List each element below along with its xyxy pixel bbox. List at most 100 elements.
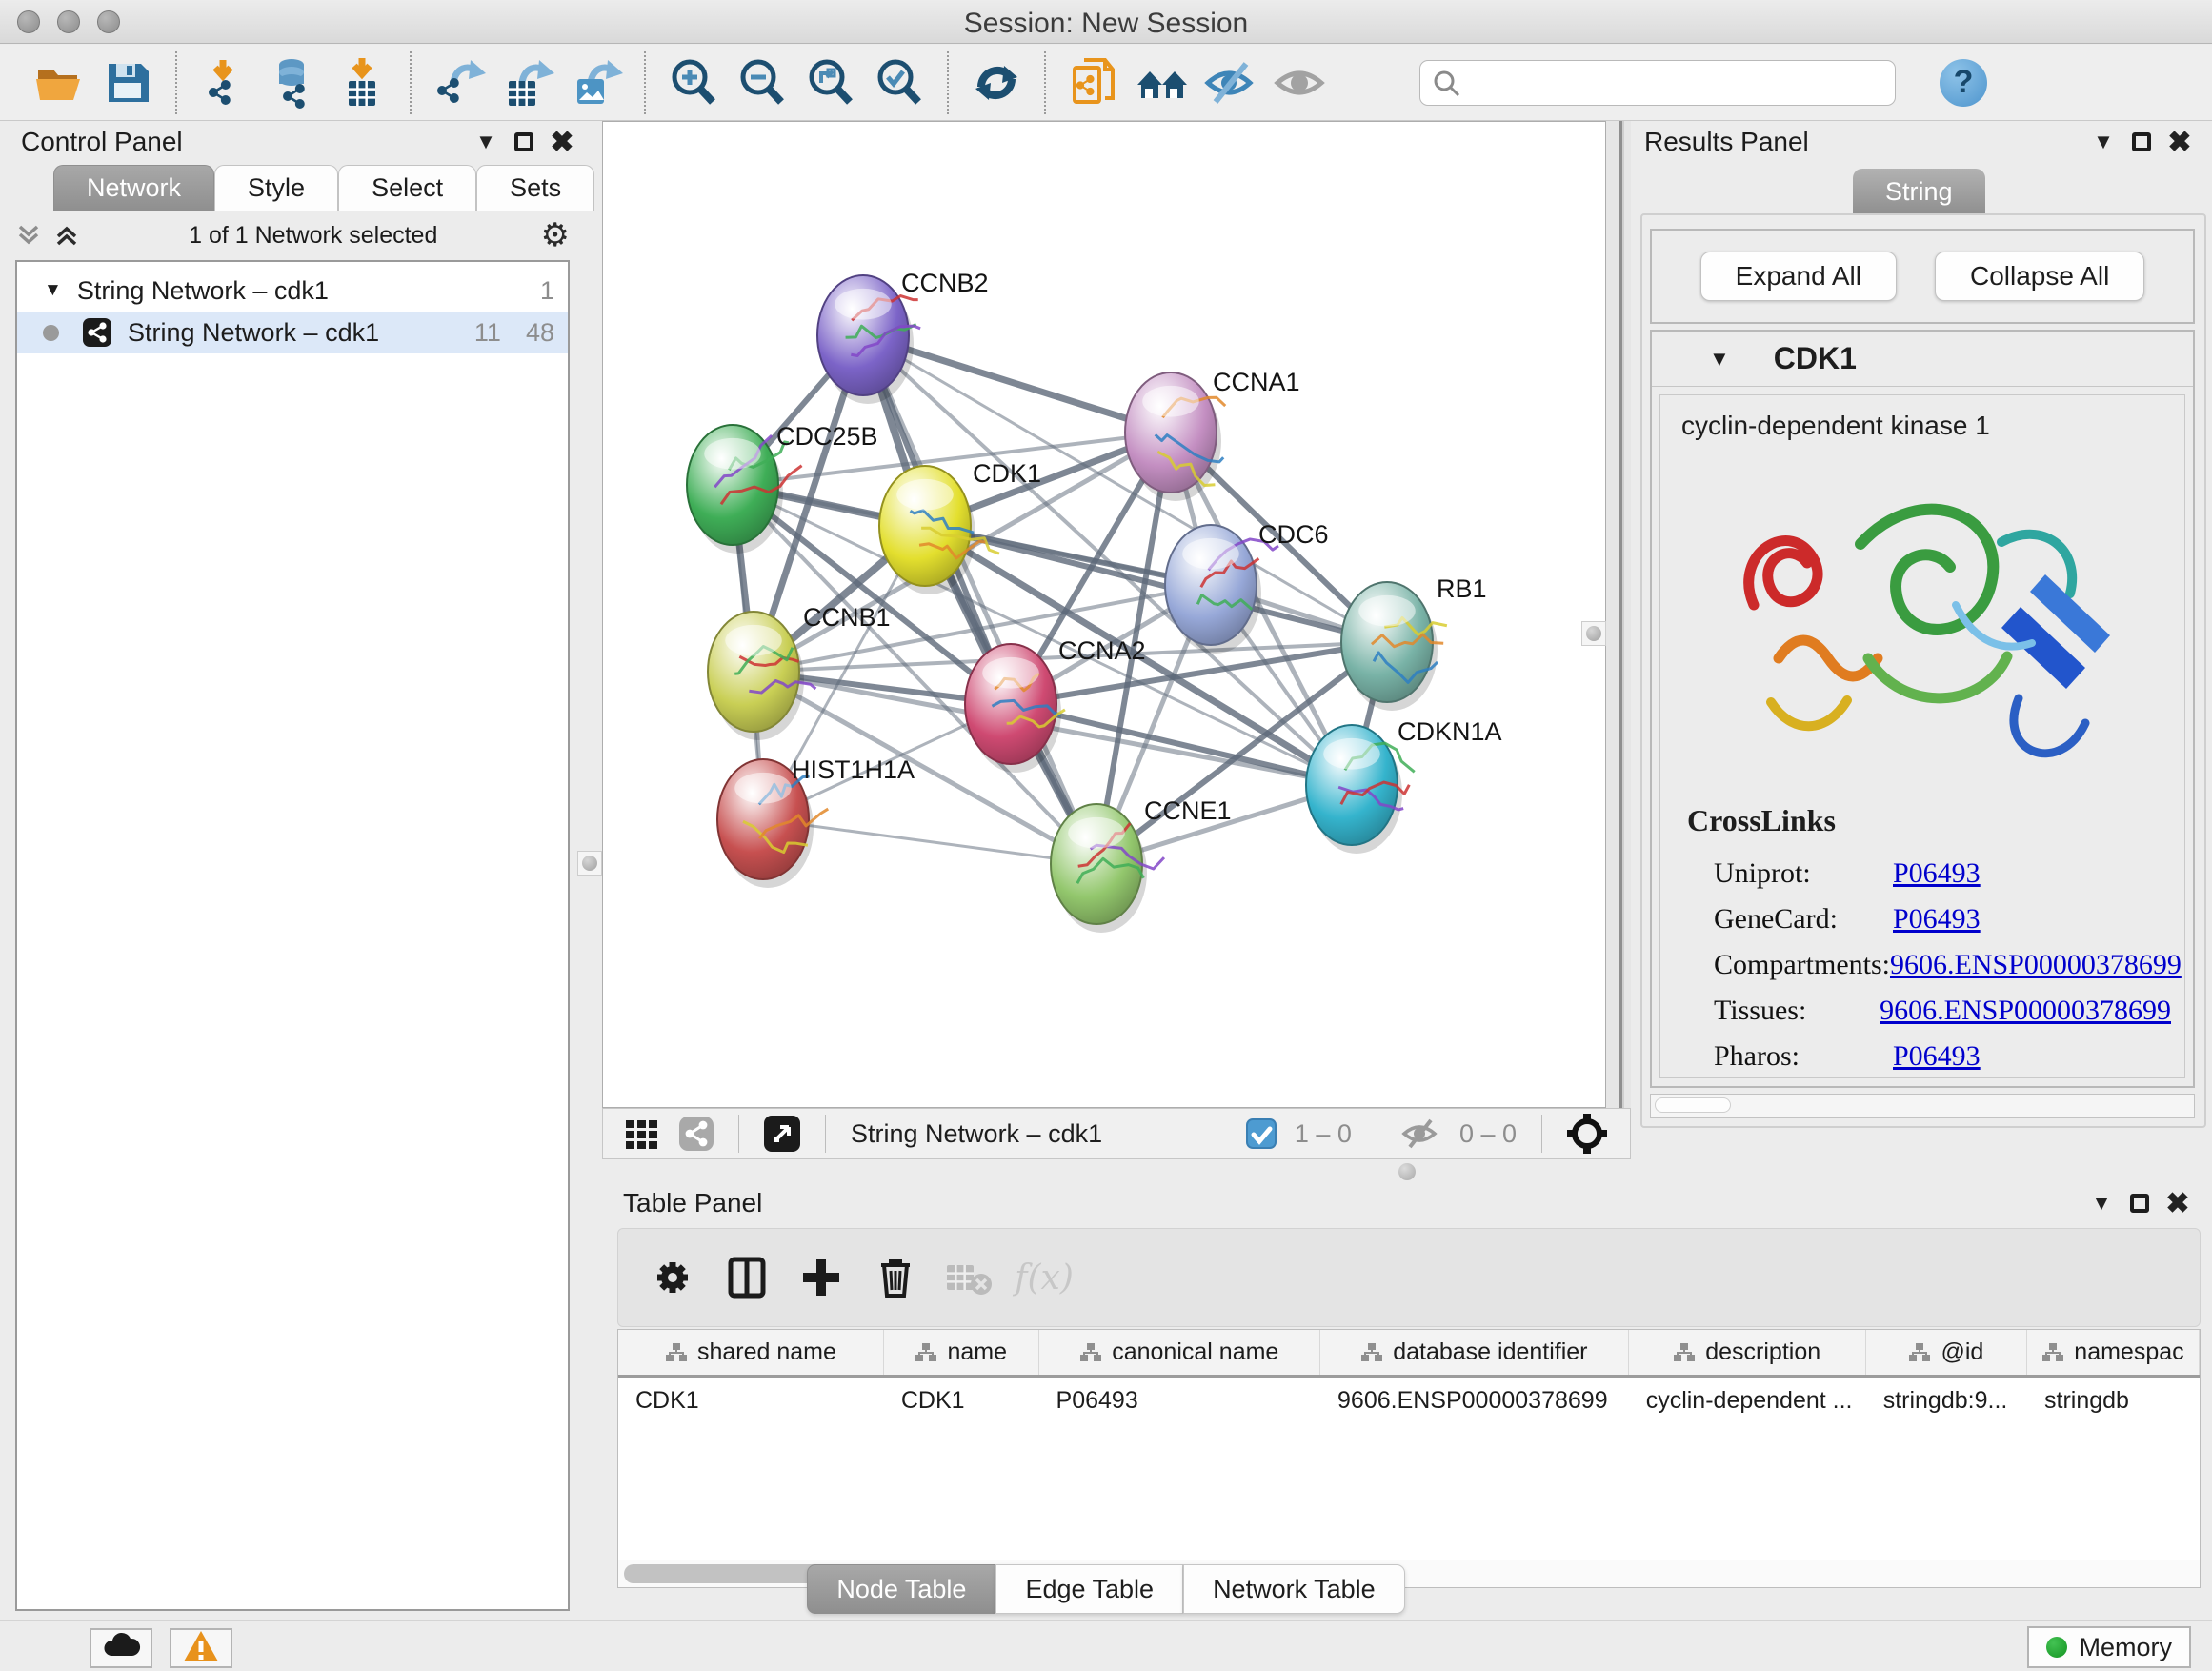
table-cell[interactable]: cyclin-dependent ... [1629, 1378, 1866, 1423]
network-view-canvas[interactable]: CCNB2CCNA1CDC25BCDK1CDC6RB1CCNB1CCNA2CDK… [602, 121, 1606, 1108]
crosslink-link[interactable]: P06493 [1893, 903, 1981, 936]
crosslink-link[interactable]: 9606.ENSP00000378699 [1890, 949, 2182, 981]
cdk1-section-body: cyclin-dependent kinase 1 [1659, 394, 2185, 1078]
collapse-all-icon[interactable] [10, 219, 48, 252]
export-image-icon[interactable] [567, 53, 626, 112]
crosslink-row: Pharos:P06493 [1714, 1034, 2171, 1078]
table-panel-close-icon[interactable]: ✖ [2159, 1187, 2197, 1219]
column-header-description[interactable]: description [1629, 1330, 1866, 1375]
results-panel-menu-icon[interactable]: ▼ [2084, 126, 2122, 158]
open-session-icon[interactable] [30, 53, 89, 112]
import-network-file-icon[interactable] [195, 53, 254, 112]
import-network-database-icon[interactable] [264, 53, 323, 112]
network-list-options-gear-icon[interactable]: ⚙ [541, 216, 570, 254]
show-all-icon[interactable] [1270, 53, 1329, 112]
control-panel-close-icon[interactable]: ✖ [543, 126, 581, 158]
fit-selected-crosshair-icon[interactable] [1565, 1112, 1609, 1156]
tab-string[interactable]: String [1853, 169, 1985, 214]
zoom-in-icon[interactable] [664, 53, 723, 112]
network-view-toolbar: String Network – cdk1 1 – 0 0 – 0 [602, 1108, 1631, 1159]
collection-expand-icon[interactable]: ▼ [44, 280, 62, 301]
hide-selected-icon[interactable] [1201, 53, 1260, 112]
function-builder-icon: f(x) [1015, 1248, 1074, 1307]
edge-CCNA2-CDKN1A[interactable] [1011, 704, 1352, 785]
table-cell[interactable]: CDK1 [618, 1378, 884, 1423]
control-panel-menu-icon[interactable]: ▼ [467, 126, 505, 158]
cdk1-section-header[interactable]: ▼ CDK1 [1652, 332, 2193, 387]
column-header-namespac[interactable]: namespac [2027, 1330, 2200, 1375]
clone-network-icon[interactable] [1064, 53, 1123, 112]
zoom-out-icon[interactable] [733, 53, 792, 112]
left-splitter-handle[interactable] [577, 851, 602, 876]
node-RB1[interactable] [1341, 582, 1447, 711]
search-input[interactable] [1419, 60, 1896, 106]
add-column-icon[interactable] [792, 1248, 851, 1307]
cdk1-expand-icon[interactable]: ▼ [1709, 347, 1730, 372]
table-cell[interactable]: P06493 [1039, 1378, 1320, 1423]
expand-all-icon[interactable] [48, 219, 86, 252]
expand-all-button[interactable]: Expand All [1700, 252, 1897, 301]
tab-select[interactable]: Select [338, 165, 476, 211]
table-cell[interactable]: CDK1 [884, 1378, 1039, 1423]
table-row[interactable]: CDK1CDK1P064939606.ENSP00000378699cyclin… [618, 1378, 2200, 1423]
node-table: shared namenamecanonical namedatabase id… [617, 1329, 2201, 1560]
cloud-icon [100, 1631, 142, 1666]
column-header-canonical-name[interactable]: canonical name [1039, 1330, 1320, 1375]
table-panel-menu-icon[interactable]: ▼ [2082, 1187, 2121, 1219]
window-titlebar: Session: New Session [0, 0, 2212, 44]
node-label-CCNE1: CCNE1 [1144, 796, 1232, 825]
delete-column-icon[interactable] [866, 1248, 925, 1307]
toggle-columns-icon[interactable] [717, 1248, 776, 1307]
right-splitter[interactable] [1606, 121, 1631, 1108]
crosslink-link[interactable]: 9606.ENSP00000378699 [1880, 995, 2171, 1027]
tab-network-table[interactable]: Network Table [1183, 1564, 1405, 1614]
refresh-layout-icon[interactable] [967, 53, 1026, 112]
results-hscrollbar[interactable] [1650, 1094, 2195, 1118]
node-label-CCNB2: CCNB2 [901, 269, 989, 297]
crosslink-link[interactable]: P06493 [1893, 857, 1981, 890]
table-settings-gear-icon[interactable] [643, 1248, 702, 1307]
table-cell[interactable]: stringdb:9... [1866, 1378, 2027, 1423]
network-collection-row[interactable]: ▼ String Network – cdk1 1 [17, 270, 568, 312]
table-panel-float-icon[interactable] [2121, 1187, 2159, 1219]
string-view-icon[interactable] [677, 1115, 715, 1153]
column-header-shared-name[interactable]: shared name [618, 1330, 884, 1375]
table-cell[interactable]: 9606.ENSP00000378699 [1320, 1378, 1629, 1423]
column-header-name[interactable]: name [884, 1330, 1039, 1375]
birds-eye-view-icon[interactable] [762, 1114, 802, 1154]
tab-style[interactable]: Style [214, 165, 338, 211]
tab-edge-table[interactable]: Edge Table [995, 1564, 1183, 1614]
zoom-selected-icon[interactable] [870, 53, 929, 112]
node-label-CCNB1: CCNB1 [803, 603, 891, 632]
tab-node-table[interactable]: Node Table [807, 1564, 995, 1614]
tab-network[interactable]: Network [53, 165, 214, 211]
save-session-icon[interactable] [98, 53, 157, 112]
collapse-all-button[interactable]: Collapse All [1935, 252, 2144, 301]
table-cell[interactable]: stringdb [2027, 1378, 2200, 1423]
help-button[interactable]: ? [1940, 59, 1987, 107]
home-icon[interactable] [1133, 53, 1192, 112]
control-panel-float-icon[interactable] [505, 126, 543, 158]
selected-checkbox-icon[interactable] [1245, 1117, 1277, 1150]
grid-view-icon[interactable] [624, 1115, 662, 1153]
results-panel-close-icon[interactable]: ✖ [2161, 126, 2199, 158]
cloud-status-button[interactable] [90, 1628, 152, 1668]
zoom-fit-icon[interactable] [801, 53, 860, 112]
main-toolbar: ? [0, 45, 2212, 121]
warning-status-button[interactable] [170, 1628, 232, 1668]
memory-button[interactable]: Memory [2027, 1626, 2191, 1668]
edge-CCNB2-CCNE1[interactable] [863, 335, 1096, 864]
tab-sets[interactable]: Sets [476, 165, 594, 211]
export-table-icon[interactable] [498, 53, 557, 112]
import-table-icon[interactable] [332, 53, 392, 112]
network-row[interactable]: String Network – cdk1 11 48 [17, 312, 568, 353]
results-panel-float-icon[interactable] [2122, 126, 2161, 158]
crosslink-link[interactable]: P06493 [1893, 1040, 1981, 1073]
right-splitter-handle[interactable] [1581, 621, 1606, 646]
crosslink-row: Uniprot:P06493 [1714, 851, 2171, 896]
column-header--id[interactable]: @id [1866, 1330, 2027, 1375]
node-label-HIST1H1A: HIST1H1A [792, 755, 915, 784]
export-network-icon[interactable] [430, 53, 489, 112]
table-tabs: Node TableEdge TableNetwork Table [0, 1564, 2212, 1614]
column-header-database-identifier[interactable]: database identifier [1320, 1330, 1629, 1375]
